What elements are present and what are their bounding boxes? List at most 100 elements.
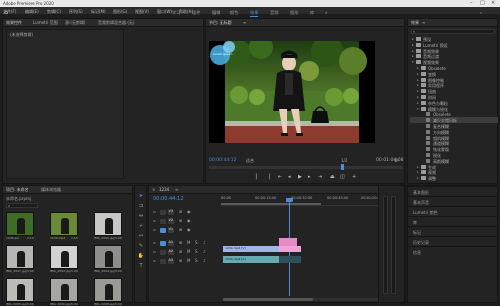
eye-icon[interactable]: ◉	[187, 228, 191, 232]
close-icon[interactable]: ×	[152, 188, 155, 192]
chevron-right-icon[interactable]: ▸	[417, 176, 419, 180]
microphone-icon[interactable]: ♪	[203, 250, 206, 254]
project-search-input[interactable]: ⌕	[6, 203, 38, 208]
tab-project[interactable]: 项目: 未命名	[6, 188, 29, 192]
track-target-toggle[interactable]	[160, 249, 166, 255]
chevron-down-icon[interactable]: ▾	[412, 60, 414, 64]
program-timecode[interactable]: 00:00:44:12	[209, 158, 236, 164]
timeline-scroll-thumb[interactable]	[223, 298, 313, 301]
tab-audio-clip-mixer[interactable]: 音频剪辑混合器:(无)	[98, 21, 134, 25]
sync-lock-icon[interactable]: ⊞	[179, 228, 182, 232]
workspace-effects[interactable]: 效果	[250, 10, 259, 17]
chevron-right-icon[interactable]: ▸	[417, 66, 419, 70]
chevron-right-icon[interactable]: ▸	[412, 43, 414, 47]
sync-lock-icon[interactable]: ⊞	[179, 241, 182, 245]
lock-icon[interactable]: ▫	[153, 219, 156, 223]
lock-icon[interactable]: ▫	[153, 241, 156, 245]
mute-icon[interactable]: M	[187, 250, 190, 254]
effects-search-input[interactable]: ⌕	[411, 29, 495, 34]
chevron-right-icon[interactable]: ▸	[412, 37, 414, 41]
step-forward-icon[interactable]: ▸	[308, 175, 311, 180]
section-essential-sound[interactable]: 基本声音	[408, 196, 498, 206]
tab-lumetri-scopes[interactable]: Lumetri 范围	[33, 21, 58, 25]
track-name[interactable]: A1	[168, 240, 174, 246]
step-back-icon[interactable]: ◂	[288, 175, 291, 180]
export-frame-icon[interactable]: ◫	[340, 175, 345, 180]
tab-effect-controls[interactable]: 效果控件	[6, 21, 22, 25]
chevron-right-icon[interactable]: ▸	[412, 54, 414, 58]
clip-v1-pink[interactable]	[279, 246, 301, 252]
clip-v1[interactable]: 1234.mp4 [V]	[223, 246, 279, 252]
home-icon[interactable]: ⌂	[4, 9, 8, 16]
mute-icon[interactable]: M	[187, 241, 190, 245]
timeline-ruler[interactable]: 00:00 00:00:15:00 00:00:30:00 00:00:45:0…	[221, 196, 393, 206]
timeline-timecode[interactable]: 00:00:44:12	[153, 197, 184, 202]
tab-media-browser[interactable]: 媒体浏览器	[41, 188, 61, 192]
track-name[interactable]: A3	[168, 258, 174, 264]
panel-menu-icon[interactable]: ≡	[175, 187, 178, 192]
slip-tool-icon[interactable]: ↔	[137, 232, 145, 240]
track-target-toggle[interactable]	[160, 218, 166, 224]
workspace-libraries[interactable]: 库	[310, 10, 314, 16]
mark-in-icon[interactable]: ▏	[256, 175, 260, 180]
chevron-right-icon[interactable]: ▸	[417, 165, 419, 169]
search-icon[interactable]: ⌕	[480, 10, 482, 15]
section-lumetri-color[interactable]: Lumetri 颜色	[408, 206, 498, 216]
work-area-bar[interactable]	[221, 203, 321, 205]
section-markers[interactable]: 标记	[408, 226, 498, 236]
selection-tool-icon[interactable]: ➤	[137, 192, 145, 200]
fit-select[interactable]: 适合	[246, 159, 254, 163]
tab-effects[interactable]: 效果	[411, 21, 419, 25]
timeline-playhead-handle[interactable]	[286, 198, 293, 202]
mark-out-icon[interactable]: ▕	[266, 175, 270, 180]
section-history[interactable]: 历史记录	[408, 236, 498, 246]
pen-tool-icon[interactable]: ✎	[137, 242, 145, 250]
chevron-right-icon[interactable]: ▸	[412, 49, 414, 53]
workspace-audio[interactable]: 音频	[270, 10, 278, 16]
workspace-graphics[interactable]: 图形	[290, 10, 298, 16]
button-editor-icon[interactable]: +	[352, 175, 356, 180]
go-to-out-icon[interactable]: ⇥	[318, 175, 322, 180]
chevron-right-icon[interactable]: ▸	[417, 101, 419, 105]
track-name[interactable]: A2	[168, 249, 174, 255]
project-thumbnail[interactable]	[50, 245, 78, 269]
chevron-right-icon[interactable]: ▸	[417, 78, 419, 82]
solo-icon[interactable]: S	[195, 241, 198, 245]
sync-lock-icon[interactable]: ⊞	[179, 219, 182, 223]
sync-lock-icon[interactable]: ⊞	[179, 210, 182, 214]
eye-icon[interactable]: ◉	[187, 210, 191, 214]
workspace-learn[interactable]: 学习	[172, 10, 180, 16]
project-thumbnail[interactable]	[94, 245, 122, 269]
project-thumbnail[interactable]	[94, 212, 122, 236]
track-name[interactable]: V1	[168, 227, 174, 233]
resolution-select[interactable]: 1/2	[341, 159, 347, 163]
ripple-edit-tool-icon[interactable]: ⇹	[137, 212, 145, 220]
lock-icon[interactable]: ▫	[153, 228, 156, 232]
solo-icon[interactable]: S	[195, 250, 198, 254]
track-select-tool-icon[interactable]: ⇉	[137, 202, 145, 210]
sync-lock-icon[interactable]: ⊞	[179, 250, 182, 254]
tab-sequence[interactable]: 1234	[159, 188, 169, 192]
microphone-icon[interactable]: ♪	[203, 241, 206, 245]
track-target-toggle[interactable]	[160, 227, 166, 233]
chevron-right-icon[interactable]: ▸	[417, 170, 419, 174]
workspace-editing[interactable]: 编辑	[212, 10, 220, 16]
workspace-assembly[interactable]: 组件	[192, 10, 200, 16]
microphone-icon[interactable]: ♪	[203, 259, 206, 263]
track-target-toggle[interactable]	[160, 258, 166, 264]
workspace-more-icon[interactable]: »	[325, 10, 328, 15]
project-thumbnail[interactable]	[50, 278, 78, 302]
panel-menu-icon[interactable]: ≡	[422, 20, 425, 25]
track-target-toggle[interactable]	[160, 209, 166, 215]
lock-icon[interactable]: ▫	[153, 210, 156, 214]
tab-source[interactable]: 源:(无剪辑)	[65, 21, 85, 25]
program-playhead[interactable]	[341, 164, 344, 170]
play-icon[interactable]: ▶	[298, 175, 302, 180]
go-to-in-icon[interactable]: ⇤	[278, 175, 282, 180]
lock-icon[interactable]: ▫	[153, 259, 156, 263]
eye-icon[interactable]: ◉	[187, 219, 191, 223]
mute-icon[interactable]: M	[187, 259, 190, 263]
chevron-down-icon[interactable]: ▾	[417, 107, 419, 111]
type-tool-icon[interactable]: T	[137, 262, 145, 270]
project-thumbnail[interactable]	[6, 278, 34, 302]
